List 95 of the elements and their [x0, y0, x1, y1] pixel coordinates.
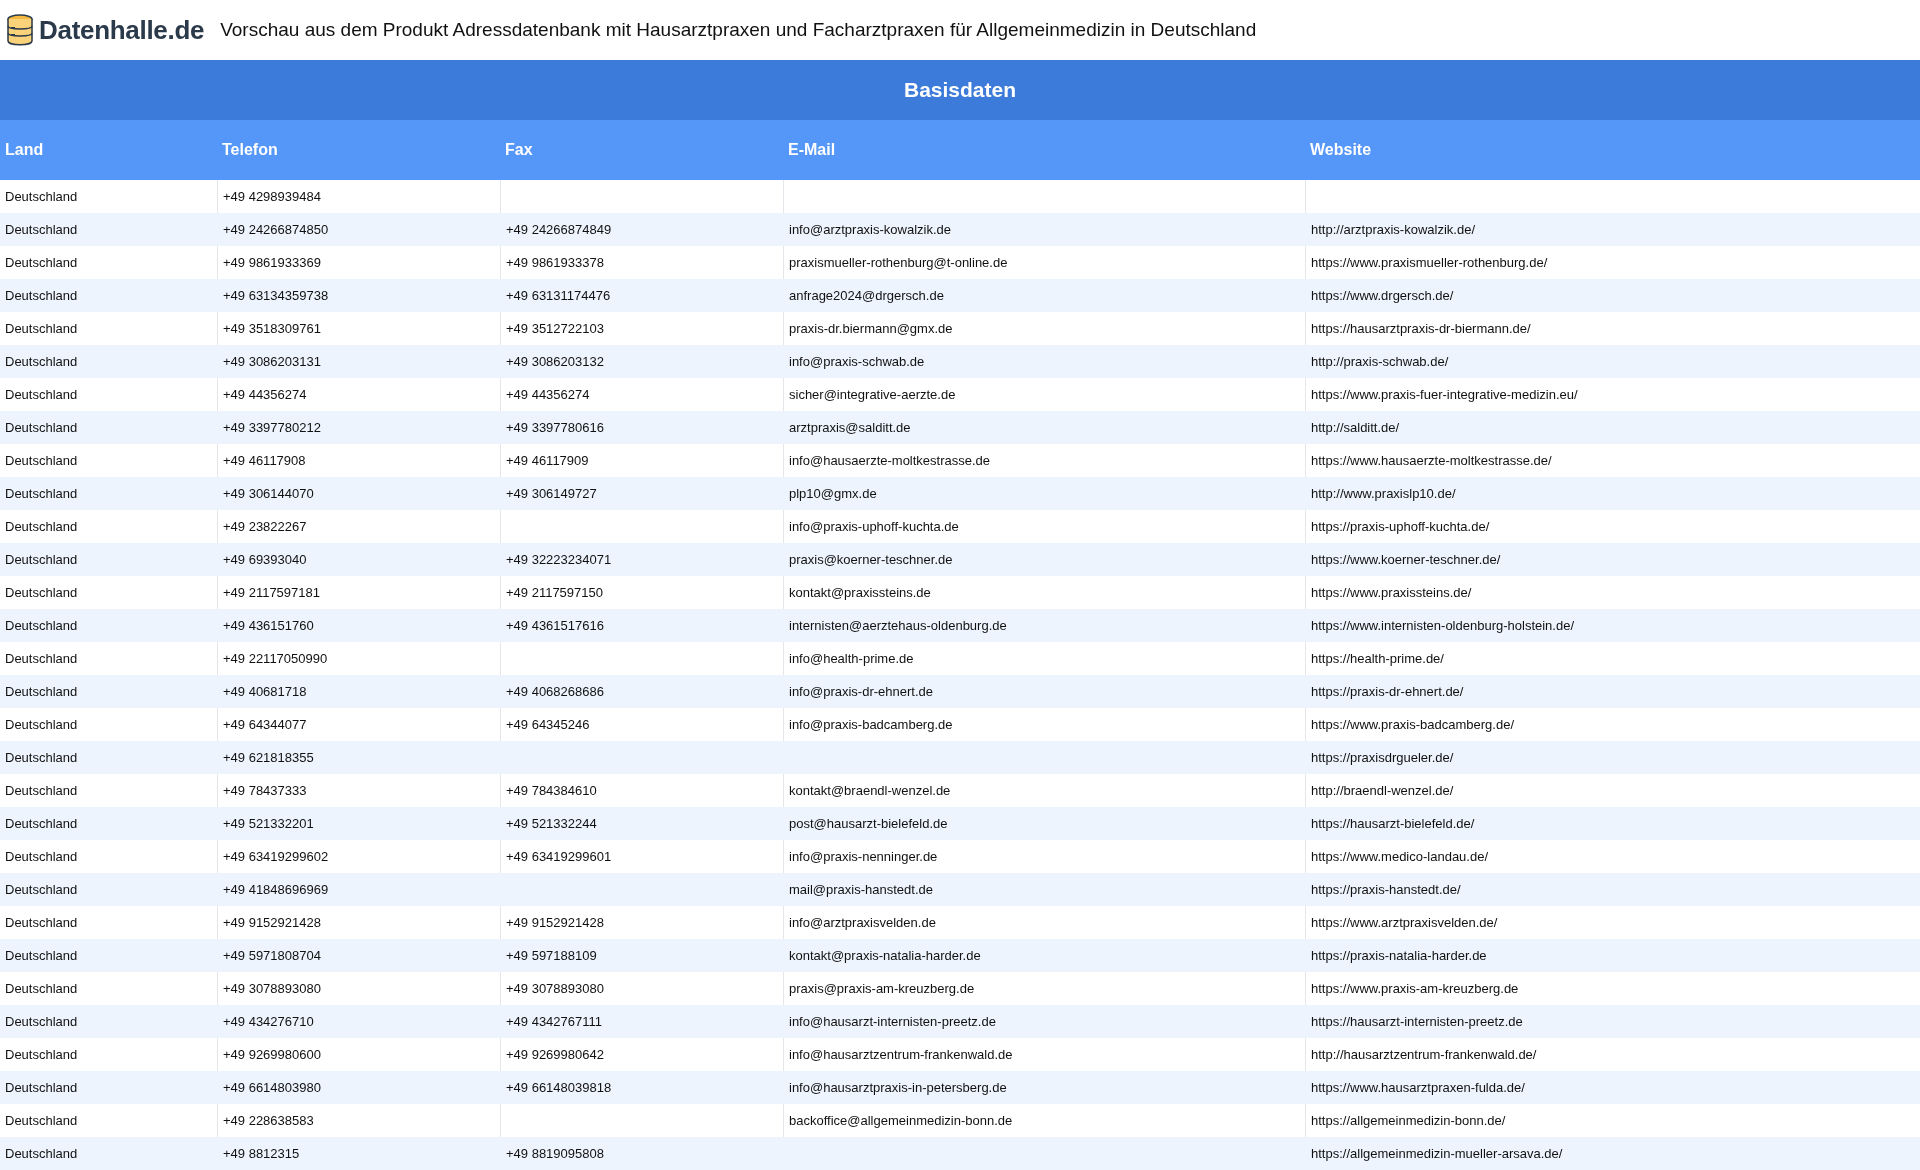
table-cell-text: Deutschland: [4, 716, 79, 734]
table-cell: http://arztpraxis-kowalzik.de/: [1305, 213, 1920, 246]
logo-text: Datenhalle.de: [39, 14, 205, 46]
table-cell: +49 8812315: [217, 1137, 500, 1170]
column-header: Telefon: [217, 120, 500, 180]
table-cell: mail@praxis-hanstedt.de: [783, 873, 1305, 906]
table-cell: https://praxis-hanstedt.de/: [1305, 873, 1920, 906]
table-cell-text: Deutschland: [4, 650, 79, 668]
table-cell: http://salditt.de/: [1305, 411, 1920, 444]
table-cell: +49 6614803980: [217, 1071, 500, 1104]
table-cell: https://hausarzt-internisten-preetz.de: [1305, 1005, 1920, 1038]
table-cell: https://praxis-dr-ehnert.de/: [1305, 675, 1920, 708]
table-cell: Deutschland: [0, 807, 217, 840]
table-cell: +49 41848696969: [217, 873, 500, 906]
table-cell: Deutschland: [0, 1137, 217, 1170]
table-cell: Deutschland: [0, 609, 217, 642]
table-cell: internisten@aerztehaus-oldenburg.de: [783, 609, 1305, 642]
table-cell: +49 306144070: [217, 477, 500, 510]
table-cell-text: Deutschland: [4, 1112, 79, 1130]
table-cell-text: Deutschland: [4, 1046, 79, 1064]
table-cell: +49 436151760: [217, 609, 500, 642]
table-cell: Deutschland: [0, 675, 217, 708]
table-cell: +49 63131174476: [500, 279, 783, 312]
table-cell: Deutschland: [0, 279, 217, 312]
table-cell: Deutschland: [0, 939, 217, 972]
table-cell: +49 434276710: [217, 1005, 500, 1038]
database-logo-icon: [5, 14, 35, 46]
table-cell: https://allgemeinmedizin-mueller-arsava.de/: [1305, 1137, 1920, 1170]
table-cell: +49 521332201: [217, 807, 500, 840]
table-cell: +49 63134359738: [217, 279, 500, 312]
table-cell: +49 621818355: [217, 741, 500, 774]
column-header: Fax: [500, 120, 783, 180]
table-cell-text: Deutschland: [4, 914, 79, 932]
column-header: Land: [0, 120, 217, 180]
table-cell: +49 597188109: [500, 939, 783, 972]
table-cell-text: Deutschland: [4, 584, 79, 602]
table-cell: +49 4342767111: [500, 1005, 783, 1038]
table-cell-text: Deutschland: [4, 980, 79, 998]
table-cell: https://www.internisten-oldenburg-holstein.de/: [1305, 609, 1920, 642]
table-cell: +49 32223234071: [500, 543, 783, 576]
table-cell: info@hausarzt-internisten-preetz.de: [783, 1005, 1305, 1038]
table-cell-text: Deutschland: [4, 254, 79, 272]
table-cell: https://www.koerner-teschner.de/: [1305, 543, 1920, 576]
table-cell: Deutschland: [0, 213, 217, 246]
table-cell: +49 69393040: [217, 543, 500, 576]
table-cell: +49 66148039818: [500, 1071, 783, 1104]
table-cell: +49 3086203131: [217, 345, 500, 378]
table-cell: +49 4361517616: [500, 609, 783, 642]
table-cell: http://www.praxislp10.de/: [1305, 477, 1920, 510]
table-cell-text: Deutschland: [4, 188, 79, 206]
table-cell: Deutschland: [0, 345, 217, 378]
table-cell-text: Deutschland: [4, 518, 79, 536]
table-cell: https://www.drgersch.de/: [1305, 279, 1920, 312]
table-cell: https://hausarzt-bielefeld.de/: [1305, 807, 1920, 840]
table-cell: https://praxisdrgueler.de/: [1305, 741, 1920, 774]
table-cell: plp10@gmx.de: [783, 477, 1305, 510]
table-cell: +49 4068268686: [500, 675, 783, 708]
column-header: Website: [1305, 120, 1920, 180]
table-cell-text: Deutschland: [4, 452, 79, 470]
table-cell: +49 40681718: [217, 675, 500, 708]
table-cell: Deutschland: [0, 411, 217, 444]
column-header: E-Mail: [783, 120, 1305, 180]
table-cell: http://praxis-schwab.de/: [1305, 345, 1920, 378]
table-cell: +49 8819095808: [500, 1137, 783, 1170]
table-cell: +49 306149727: [500, 477, 783, 510]
table-cell-text: Deutschland: [4, 782, 79, 800]
table-cell: arztpraxis@salditt.de: [783, 411, 1305, 444]
table-cell-text: Deutschland: [4, 386, 79, 404]
table-cell: Deutschland: [0, 873, 217, 906]
table-cell: Deutschland: [0, 543, 217, 576]
table-cell: info@praxis-schwab.de: [783, 345, 1305, 378]
table-cell: +49 3086203132: [500, 345, 783, 378]
table-cell: +49 3397780616: [500, 411, 783, 444]
table-cell: info@arztpraxis-kowalzik.de: [783, 213, 1305, 246]
table-cell: +49 5971808704: [217, 939, 500, 972]
table-cell: info@hausarztpraxis-in-petersberg.de: [783, 1071, 1305, 1104]
table-cell: Deutschland: [0, 477, 217, 510]
table-cell: kontakt@praxis-natalia-harder.de: [783, 939, 1305, 972]
page-title: Vorschau aus dem Produkt Adressdatenbank mit Hausarztpraxen und Facharztpraxen für Allgemeinmedizin in Deutschland: [220, 19, 1257, 41]
section-banner: Basisdaten: [0, 60, 1920, 120]
table-cell: https://praxis-natalia-harder.de: [1305, 939, 1920, 972]
table-cell: +49 521332244: [500, 807, 783, 840]
table-cell: anfrage2024@drgersch.de: [783, 279, 1305, 312]
table-cell-text: Deutschland: [4, 320, 79, 338]
table-cell: +49 24266874849: [500, 213, 783, 246]
table-cell: post@hausarzt-bielefeld.de: [783, 807, 1305, 840]
table-cell: info@praxis-dr-ehnert.de: [783, 675, 1305, 708]
table-cell: praxis@koerner-teschner.de: [783, 543, 1305, 576]
table-cell: +49 24266874850: [217, 213, 500, 246]
table-cell: Deutschland: [0, 1005, 217, 1038]
table-cell: https://www.hausarztpraxen-fulda.de/: [1305, 1071, 1920, 1104]
table-cell-text: Deutschland: [4, 848, 79, 866]
table-cell: Deutschland: [0, 741, 217, 774]
table-cell: Deutschland: [0, 1071, 217, 1104]
table-cell: +49 3397780212: [217, 411, 500, 444]
